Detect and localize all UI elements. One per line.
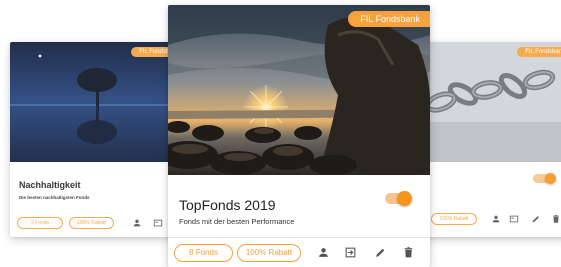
card-title: Nachhaltigkeit: [19, 180, 81, 190]
user-icon[interactable]: [132, 218, 142, 228]
trash-icon[interactable]: [551, 214, 561, 224]
fonds-count-chip[interactable]: 8 Fonds: [174, 244, 233, 262]
card-title: TopFonds 2019: [179, 197, 276, 213]
card-image-sunset-rocks: [168, 5, 430, 175]
bank-badge: FIL Fondsbank: [517, 47, 561, 57]
card-subtitle: Die besten nachhaltigsten Fonds: [19, 195, 90, 200]
edit-icon[interactable]: [374, 246, 387, 259]
rabatt-chip[interactable]: 100% Rabatt: [237, 244, 301, 262]
rabatt-chip[interactable]: 100% Rabatt: [431, 213, 477, 225]
edit-icon[interactable]: [531, 214, 541, 224]
fund-card-chain[interactable]: FIL Fondsbank 100% Rabatt: [421, 42, 561, 237]
card-image-tree: [10, 42, 185, 162]
card-icon[interactable]: [153, 218, 163, 228]
card-divider: [168, 237, 430, 238]
login-icon[interactable]: [344, 246, 357, 259]
card-subtitle: Fonds mit der besten Performance: [179, 217, 295, 226]
card-icon[interactable]: [509, 214, 519, 224]
toggle-knob: [397, 191, 412, 206]
active-toggle[interactable]: [533, 173, 556, 184]
fonds-count-chip[interactable]: 3 Fonds: [17, 217, 63, 229]
trash-icon[interactable]: [402, 246, 415, 259]
user-icon[interactable]: [317, 246, 330, 259]
user-icon[interactable]: [491, 214, 501, 224]
toggle-knob: [545, 173, 556, 184]
card-image-chain: [421, 42, 561, 162]
active-toggle[interactable]: [385, 191, 412, 206]
rabatt-chip[interactable]: 100% Rabatt: [69, 217, 114, 229]
fund-card-nachhaltigkeit[interactable]: FIL Fondsbank Nachhaltigkeit Die besten …: [10, 42, 185, 237]
fund-card-topfonds[interactable]: FIL Fondsbank TopFonds 2019 Fonds mit de…: [168, 5, 430, 267]
bank-badge: FIL Fondsbank: [348, 11, 430, 27]
